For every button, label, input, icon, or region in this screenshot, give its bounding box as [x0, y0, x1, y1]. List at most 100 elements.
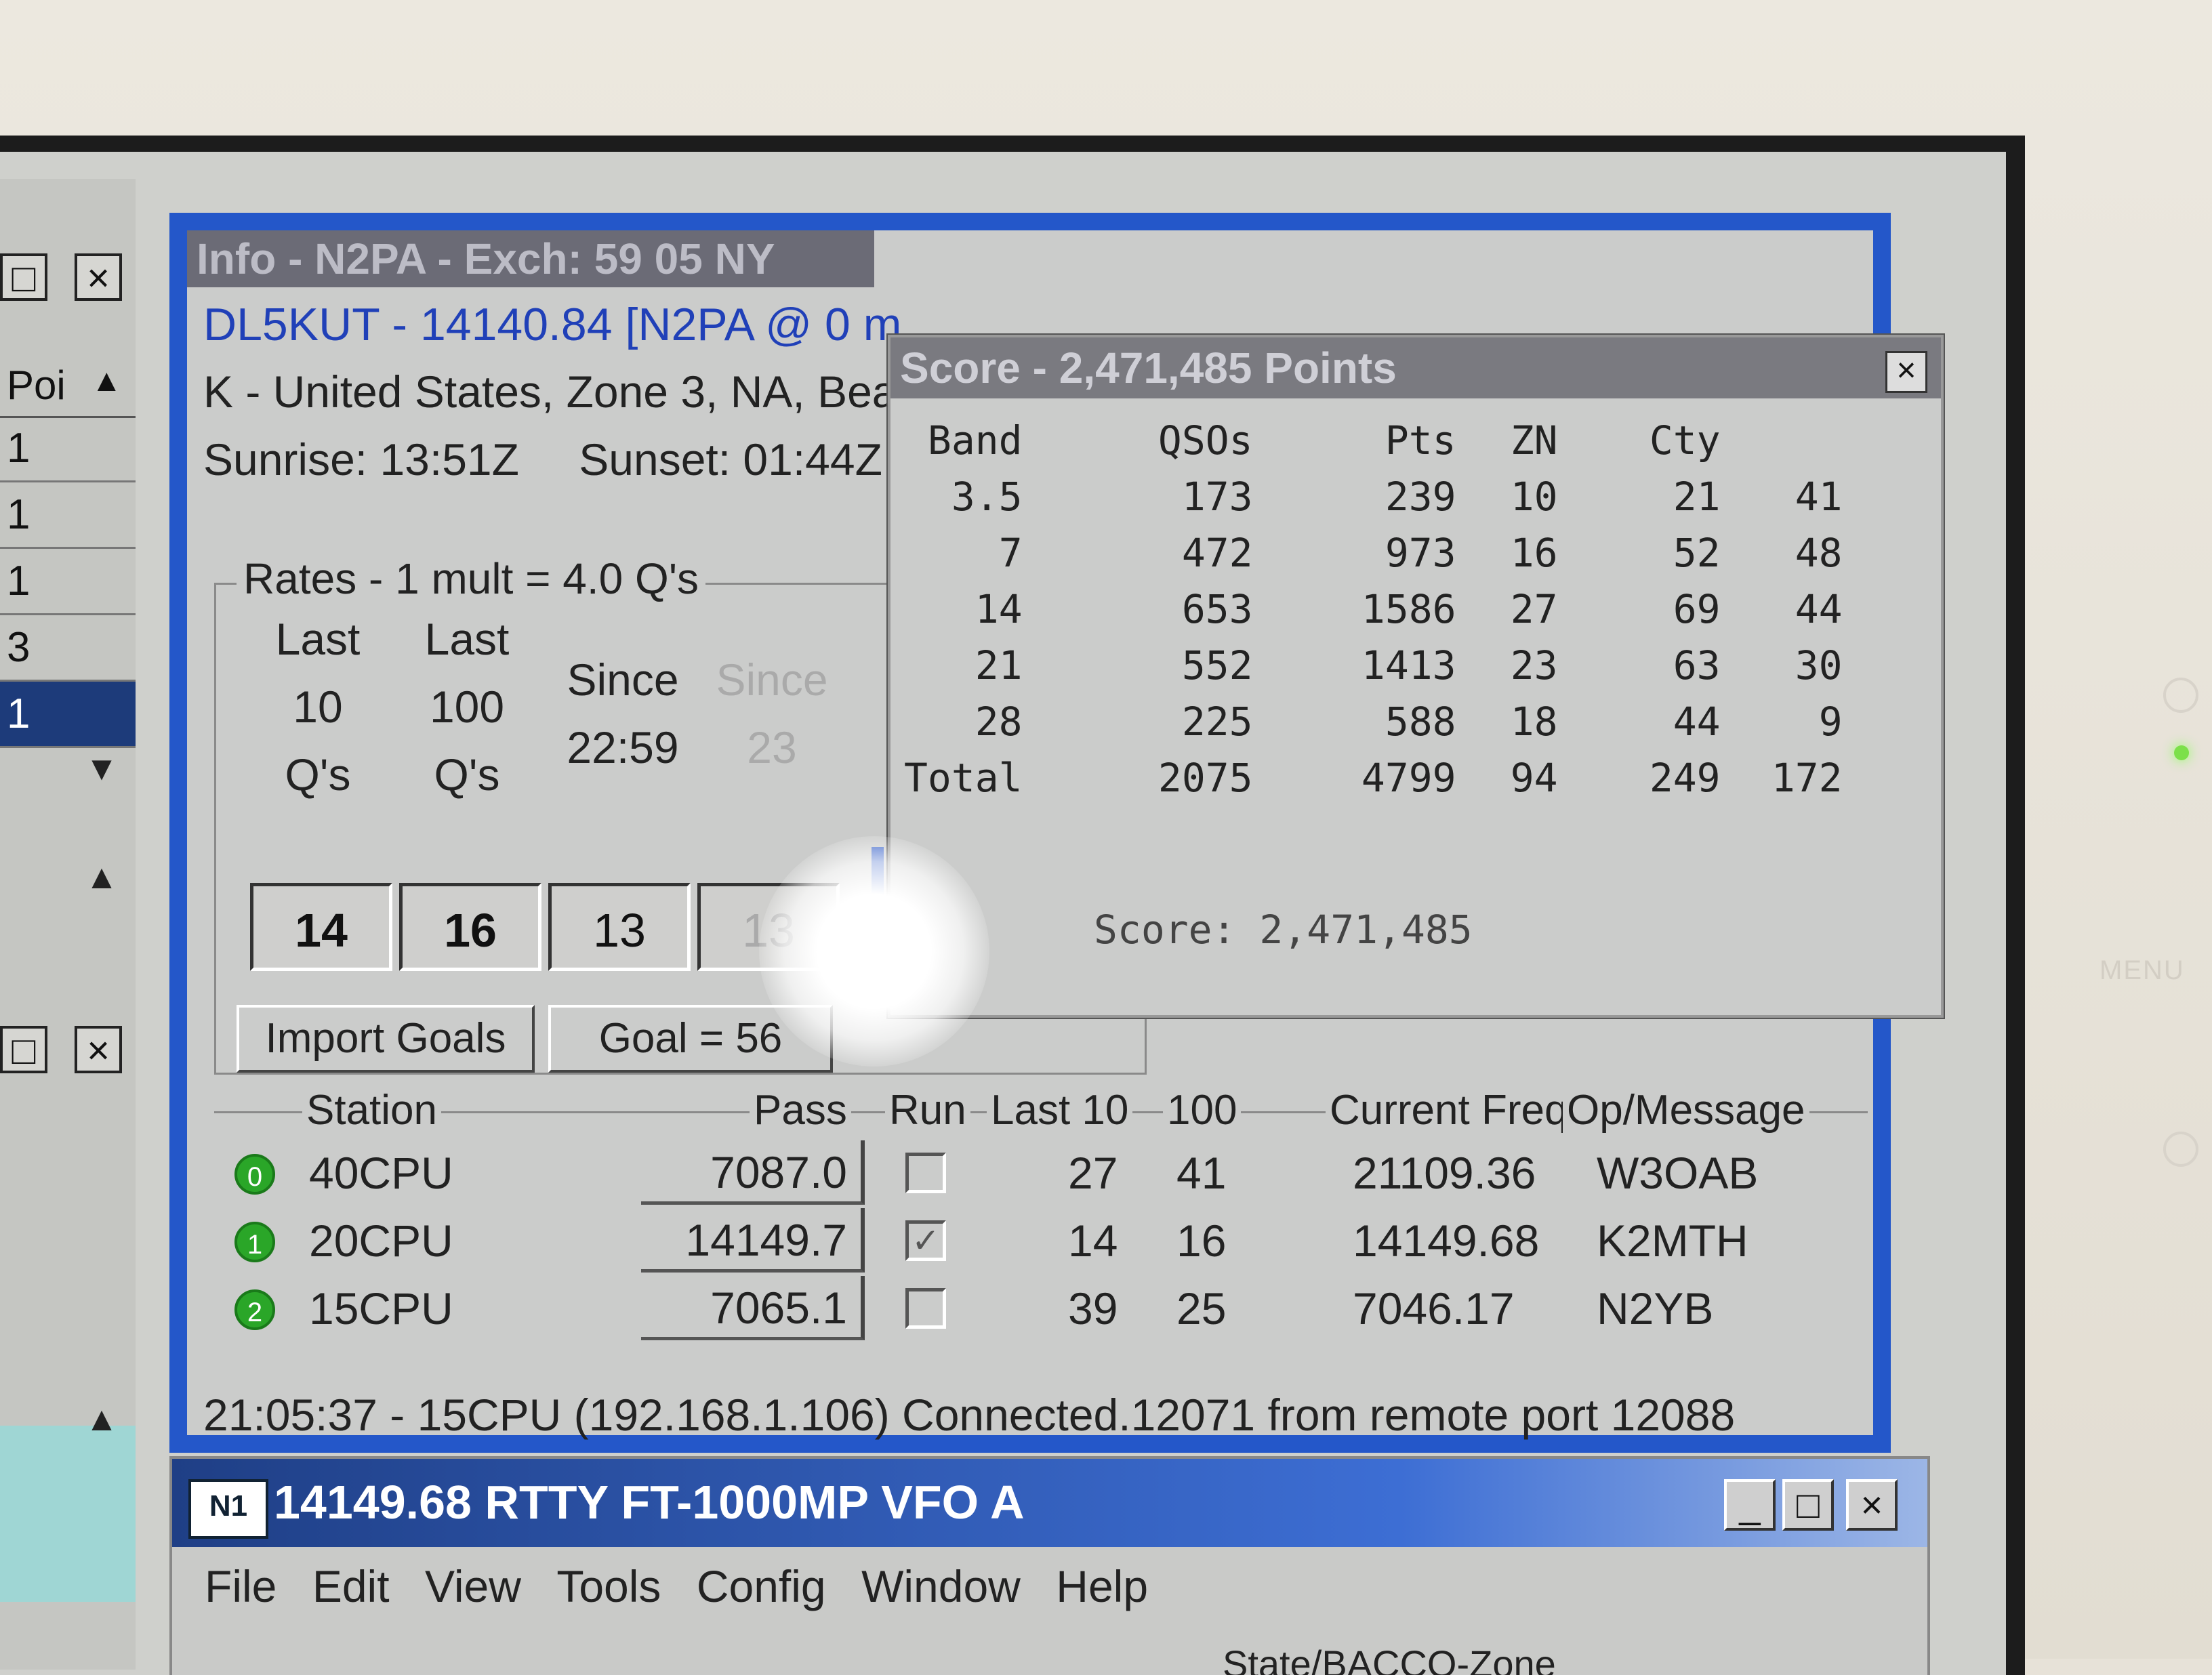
poi-list: 1 1 1 3 1 — [0, 416, 136, 748]
station-group: Station Pass Run Last 10 100 Current Fre… — [214, 1086, 1868, 1384]
rate-since1: 13 — [548, 883, 691, 971]
rates-col-last100: Last 100 Q's — [424, 614, 510, 800]
list-item[interactable]: 1 — [0, 682, 136, 748]
menu-help[interactable]: Help — [1056, 1560, 1148, 1612]
rate-last100: 16 — [399, 883, 541, 971]
score-row: 7 472 973 16 52 48 — [998, 529, 1843, 576]
list-item[interactable]: 1 — [0, 416, 136, 482]
close-icon[interactable]: × — [75, 1026, 122, 1073]
station-name: 20CPU — [309, 1216, 453, 1266]
station-name: 15CPU — [309, 1283, 453, 1333]
close-icon[interactable]: × — [1885, 351, 1927, 393]
sun-times: Sunrise: 13:51Z Sunset: 01:44Z — [203, 434, 930, 485]
main-window: N1 14149.68 RTTY FT-1000MP VFO A _ □ × F… — [169, 1456, 1930, 1675]
station-row[interactable]: 2 15CPU 7065.1 39 25 7046.17 N2YB — [214, 1276, 1868, 1344]
last10-value: 27 — [1068, 1148, 1118, 1198]
list-item[interactable]: 1 — [0, 482, 136, 549]
menu-edit[interactable]: Edit — [312, 1560, 390, 1612]
sunrise: Sunrise: 13:51Z — [203, 434, 519, 484]
score-row: 3.5 173 239 10 21 41 — [951, 473, 1843, 520]
pass-freq: 7065.1 — [641, 1276, 865, 1340]
score-window: Score - 2,471,485 Points × Band QSOs Pts… — [888, 335, 1944, 1018]
col-pass: Pass — [750, 1086, 851, 1134]
main-title: 14149.68 RTTY FT-1000MP VFO A — [274, 1476, 1025, 1529]
menu-bar: File Edit View Tools Config Window Help — [172, 1560, 1148, 1628]
current-freq: 14149.68 — [1353, 1216, 1540, 1266]
run-checkbox[interactable] — [905, 1153, 946, 1193]
station-row[interactable]: 1 20CPU 14149.7 ✓ 14 16 14149.68 K2MTH — [214, 1208, 1868, 1276]
main-titlebar: N1 14149.68 RTTY FT-1000MP VFO A _ □ × — [172, 1459, 1927, 1547]
score-row: 28 225 588 18 44 9 — [975, 698, 1843, 745]
maximize-icon[interactable]: □ — [0, 253, 47, 301]
col-last10: Last 10 — [987, 1086, 1133, 1134]
pass-freq: 14149.7 — [641, 1208, 865, 1273]
station-name: 40CPU — [309, 1148, 453, 1198]
op-message: N2YB — [1597, 1283, 1714, 1333]
station-status-icon: 0 — [234, 1154, 275, 1195]
import-goals-button[interactable]: Import Goals — [237, 1005, 535, 1073]
last10-value: 39 — [1068, 1283, 1118, 1333]
col-op: Op/Message — [1563, 1086, 1809, 1134]
score-title: Score - 2,471,485 Points — [890, 337, 1941, 398]
menu-view[interactable]: View — [425, 1560, 521, 1612]
menu-label: MENU — [2100, 955, 2185, 985]
minimize-icon[interactable]: _ — [1724, 1479, 1776, 1531]
score-header-row: Band QSOs Pts ZN Cty — [927, 417, 1721, 463]
score-row: 21 552 1413 23 63 30 — [975, 642, 1843, 688]
score-table: Band QSOs Pts ZN Cty 3.5 173 239 10 21 41 7 47… — [904, 412, 1843, 806]
scroll-up-icon[interactable]: ▲ — [91, 362, 122, 398]
list-item[interactable]: 3 — [0, 615, 136, 682]
scroll-down-icon[interactable]: ▼ — [75, 741, 129, 795]
screen: □ × Poi ▲ 1 1 1 3 1 ▼ ▲ □ × ▲ Info - N2P… — [0, 136, 2025, 1675]
op-message: W3OAB — [1597, 1148, 1759, 1198]
last10-value: 14 — [1068, 1216, 1118, 1266]
col-100: 100 — [1163, 1086, 1242, 1134]
rates-title: Rates - 1 mult = 4.0 Q's — [237, 554, 706, 604]
run-checkbox[interactable] — [905, 1288, 946, 1329]
station-status-icon: 1 — [234, 1222, 275, 1262]
poi-column-header[interactable]: Poi ▲ — [0, 362, 136, 418]
op-message: K2MTH — [1597, 1216, 1748, 1266]
maximize-icon[interactable]: □ — [0, 1026, 47, 1073]
power-button-icon[interactable] — [2163, 678, 2198, 713]
last100-value: 16 — [1176, 1216, 1227, 1266]
col-run: Run — [885, 1086, 970, 1134]
status-line: 21:05:37 - 15CPU (192.168.1.106) Connect… — [203, 1390, 1736, 1440]
menu-tools[interactable]: Tools — [556, 1560, 661, 1612]
left-window: □ × Poi ▲ 1 1 1 3 1 ▼ ▲ □ × ▲ — [0, 179, 136, 1670]
country-line: K - United States, Zone 3, NA, Bea — [203, 367, 897, 417]
run-checkbox[interactable]: ✓ — [905, 1220, 946, 1261]
monitor-button-icon[interactable] — [2163, 1132, 2198, 1167]
n1mm-logo-icon: N1 — [188, 1479, 268, 1539]
station-status-icon: 2 — [234, 1289, 275, 1330]
pass-freq: 7087.0 — [641, 1140, 865, 1205]
last100-value: 25 — [1176, 1283, 1227, 1333]
close-icon[interactable]: × — [75, 253, 122, 301]
rates-col-since1: Since 22:59 — [567, 655, 679, 772]
sunset: Sunset: 01:44Z — [579, 434, 882, 484]
list-item[interactable]: 1 — [0, 549, 136, 615]
rate-last10: 14 — [250, 883, 392, 971]
col-station: Station — [302, 1086, 442, 1134]
menu-window[interactable]: Window — [861, 1560, 1021, 1612]
menu-file[interactable]: File — [205, 1560, 276, 1612]
left-panel-area — [0, 1426, 136, 1602]
station-row[interactable]: 0 40CPU 7087.0 27 41 21109.36 W3OAB — [214, 1140, 1868, 1208]
power-led-icon — [2174, 745, 2189, 760]
rates-col-since2: Since 23 — [716, 655, 828, 772]
score-row: 14 653 1586 27 69 44 — [975, 585, 1843, 632]
close-icon[interactable]: × — [1846, 1479, 1898, 1531]
menu-config[interactable]: Config — [697, 1560, 826, 1612]
info-title: Info - N2PA - Exch: 59 05 NY — [187, 230, 874, 287]
current-freq: 21109.36 — [1353, 1148, 1536, 1198]
score-total: Score: 2,471,485 — [1094, 907, 1473, 953]
poi-header-label: Poi — [7, 363, 66, 408]
maximize-icon[interactable]: □ — [1782, 1479, 1834, 1531]
call-line: DL5KUT - 14140.84 [N2PA @ 0 m — [203, 299, 902, 350]
col-freq: Current Freq — [1326, 1086, 1572, 1134]
scroll-up-icon[interactable]: ▲ — [75, 1392, 129, 1446]
scroll-up-icon[interactable]: ▲ — [75, 850, 129, 904]
last100-value: 41 — [1176, 1148, 1227, 1198]
rates-col-last10: Last 10 Q's — [275, 614, 361, 800]
current-freq: 7046.17 — [1353, 1283, 1515, 1333]
